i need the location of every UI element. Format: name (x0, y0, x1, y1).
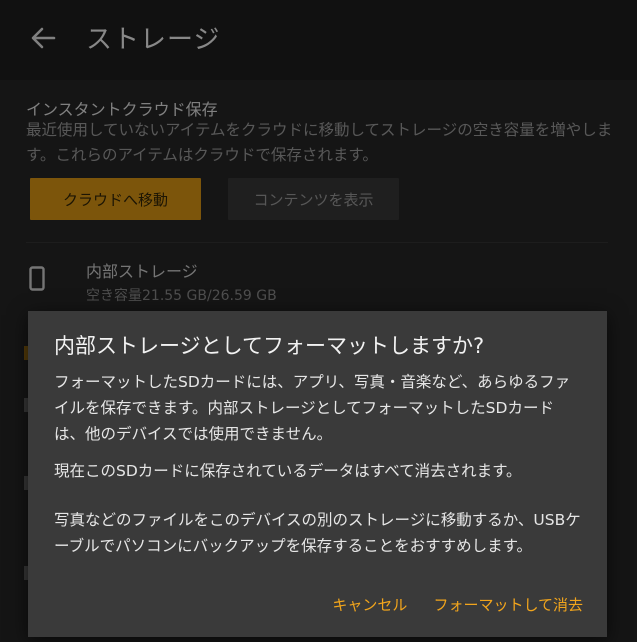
dialog-title: 内部ストレージとしてフォーマットしますか? (54, 334, 485, 358)
dialog-actions: キャンセル フォーマットして消去 (332, 594, 583, 615)
dialog-paragraph-2: 現在このSDカードに保存されているデータはすべて消去されます。 (54, 462, 522, 480)
cancel-button[interactable]: キャンセル (332, 594, 407, 615)
format-and-erase-button[interactable]: フォーマットして消去 (433, 594, 583, 615)
dialog-paragraph-3: 写真などのファイルをこのデバイスの別のストレージに移動するか、USBケーブルでパ… (54, 511, 581, 555)
dialog-paragraph-1: フォーマットしたSDカードには、アプリ、写真・音楽など、あらゆるファイルを保存で… (54, 373, 571, 443)
format-dialog: 内部ストレージとしてフォーマットしますか? フォーマットしたSDカードには、アプ… (28, 311, 607, 637)
